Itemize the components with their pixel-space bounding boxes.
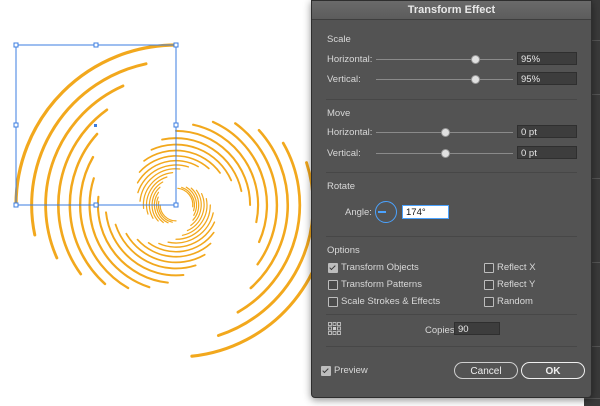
reflect-x-checkbox[interactable] [484,263,494,273]
random-checkbox[interactable] [484,297,494,307]
reflect-y-label[interactable]: Reflect Y [497,279,535,290]
move-vertical-field[interactable]: 0 pt [517,146,577,159]
spiral-arc [211,120,269,244]
transform-objects-checkbox[interactable] [328,263,338,273]
angle-input[interactable]: 174° [402,205,449,219]
move-section-title: Move [327,108,351,119]
selection-handle[interactable] [173,42,179,48]
move-horizontal-label: Horizontal: [327,127,373,138]
options-section-title: Options [327,245,360,256]
spiral-arc [192,123,260,224]
divider [326,314,577,315]
selection-handle[interactable] [173,202,179,208]
spiral-arc [167,212,214,244]
scale-horizontal-slider[interactable] [376,59,513,60]
selection-handle[interactable] [13,122,19,128]
divider [326,99,577,100]
spiral-arc [79,155,130,290]
selection-handle[interactable] [173,122,179,128]
move-vertical-label: Vertical: [327,148,361,159]
scale-strokes-label[interactable]: Scale Strokes & Effects [341,296,440,307]
scale-strokes-checkbox[interactable] [328,297,338,307]
selection-handle[interactable] [13,42,19,48]
transform-effect-dialog: Transform Effect Scale Horizontal: 95% V… [311,0,592,398]
reference-point-grid-icon[interactable] [328,322,341,335]
selection-handle[interactable] [13,202,19,208]
spiral-arc [157,200,173,223]
copies-field[interactable]: 90 [454,322,500,335]
divider [326,236,577,237]
spiral-arc [174,129,252,207]
reflect-x-label[interactable]: Reflect X [497,262,536,273]
scale-vertical-slider[interactable] [376,79,513,80]
preview-checkbox[interactable] [321,366,331,376]
move-vertical-slider-thumb[interactable] [440,149,450,158]
transform-objects-label[interactable]: Transform Objects [341,262,419,273]
scale-vertical-field[interactable]: 95% [517,72,577,85]
angle-label: Angle: [345,207,372,218]
selection-center-point [94,124,97,127]
spiral-arc [136,159,199,184]
ok-button[interactable]: OK [521,362,585,379]
transform-patterns-checkbox[interactable] [328,280,338,290]
spiral-arc [139,168,181,202]
divider [326,172,577,173]
selection-handle[interactable] [93,42,99,48]
spiral-arc [249,128,289,290]
scale-section-title: Scale [327,34,351,45]
spiral-arc [155,196,169,224]
selection-handle[interactable] [93,202,99,208]
move-horizontal-slider-thumb[interactable] [440,128,450,137]
scale-horizontal-label: Horizontal: [327,54,373,65]
reflect-y-checkbox[interactable] [484,280,494,290]
random-label[interactable]: Random [497,296,533,307]
scale-horizontal-field[interactable]: 95% [517,52,577,65]
spiral-artwork[interactable] [14,43,330,358]
rotate-section-title: Rotate [327,181,355,192]
scale-vertical-label: Vertical: [327,74,361,85]
preview-label[interactable]: Preview [334,365,368,376]
angle-dial-icon[interactable] [375,201,397,223]
scale-vertical-slider-thumb[interactable] [470,75,480,84]
dialog-title: Transform Effect [312,1,591,20]
scale-horizontal-slider-thumb[interactable] [470,55,480,64]
transform-patterns-label[interactable]: Transform Patterns [341,279,422,290]
cancel-button[interactable]: Cancel [454,362,518,379]
move-horizontal-field[interactable]: 0 pt [517,125,577,138]
copies-label: Copies [425,325,455,336]
divider [326,346,577,347]
